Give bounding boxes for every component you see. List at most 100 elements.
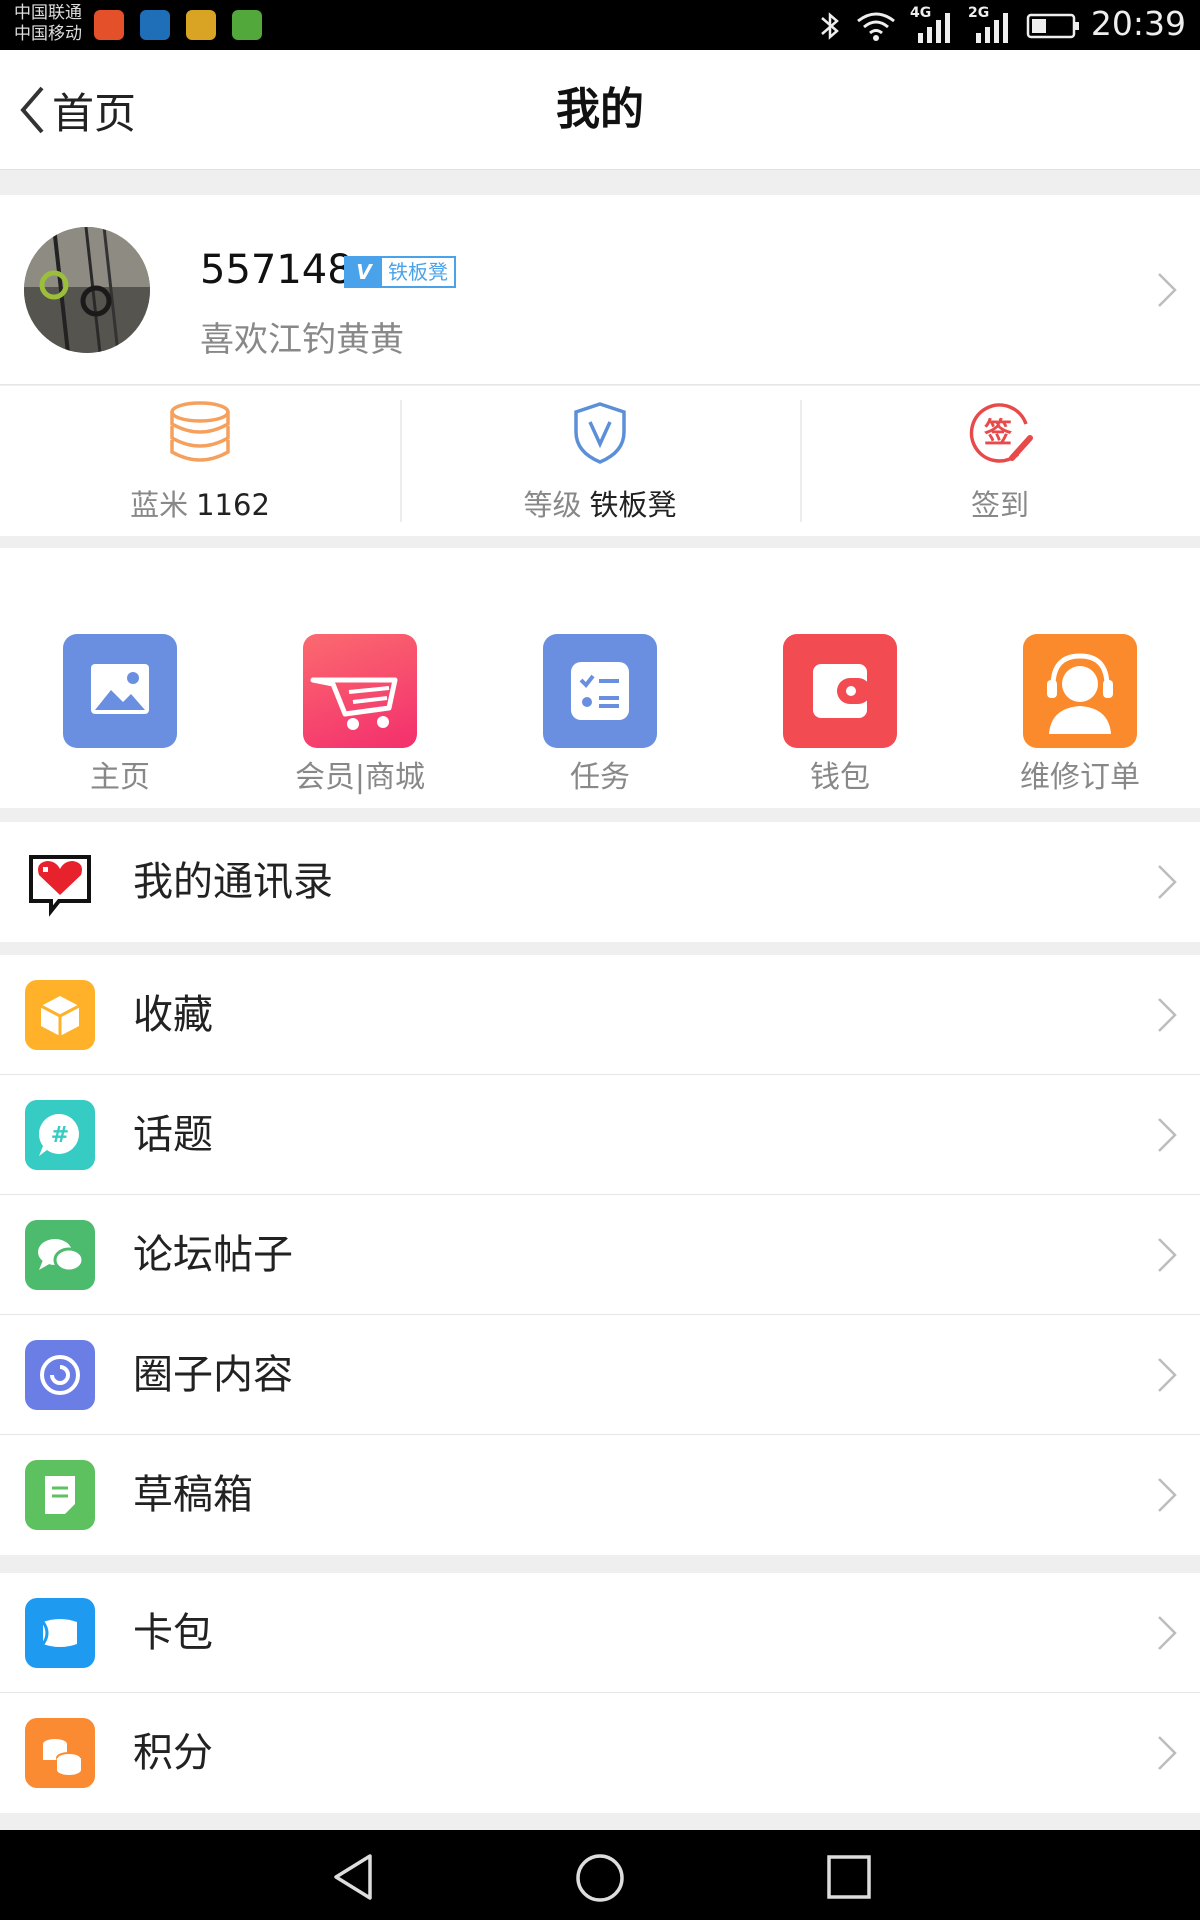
- card-icon: [25, 1598, 95, 1668]
- system-nav-bar: [0, 1830, 1200, 1920]
- menu-label: 收藏: [133, 992, 213, 1038]
- menu-item-contacts[interactable]: 我的通讯录: [0, 822, 1200, 942]
- level-value: 铁板凳: [589, 488, 677, 522]
- quick-app-wallet[interactable]: 钱包: [765, 634, 915, 796]
- quick-app-repair-orders[interactable]: 维修订单: [1005, 634, 1155, 796]
- contacts-group: 我的通讯录: [0, 822, 1200, 942]
- level-badge-label: 铁板凳: [388, 260, 448, 284]
- chevron-right-icon: [1158, 1118, 1177, 1152]
- menu-label: 卡包: [133, 1610, 213, 1656]
- signal-2g: 2G: [968, 5, 1012, 43]
- image-icon: [63, 634, 177, 748]
- task-icon: [543, 634, 657, 748]
- menu-item-topics[interactable]: # 话题: [0, 1075, 1200, 1195]
- checkin-stamp-char: 签: [984, 416, 1012, 449]
- chevron-right-icon: [1158, 865, 1177, 899]
- vip-v-icon: V: [346, 258, 382, 286]
- chevron-right-icon: [1158, 273, 1177, 307]
- quick-app-label: 会员|商城: [294, 760, 426, 795]
- app-notification-icon: [186, 10, 216, 40]
- carrier-1: 中国联通: [14, 3, 82, 23]
- checkin-stamp-icon: 签: [969, 403, 1033, 463]
- wifi-icon: [857, 12, 895, 41]
- wallet-icon: [783, 634, 897, 748]
- points-stat[interactable]: 蓝米 1162: [0, 386, 400, 536]
- nav-bar: 我的 首页: [0, 50, 1200, 170]
- level-stat[interactable]: 等级 铁板凳: [400, 386, 800, 536]
- user-id: 557148: [200, 247, 353, 293]
- bluetooth-icon: [821, 12, 839, 40]
- signal-2g-icon: [976, 13, 1008, 43]
- menu-item-circle-content[interactable]: 圈子内容: [0, 1315, 1200, 1435]
- wallet-group: 卡包 积分: [0, 1573, 1200, 1813]
- box-icon: [25, 980, 95, 1050]
- profile-page: 中国联通 中国移动 4G 2G 20:39 我的 首页 557148 V 铁板凳…: [0, 0, 1200, 1920]
- back-triangle-icon[interactable]: [328, 1852, 378, 1902]
- carrier-2: 中国移动: [14, 24, 82, 44]
- menu-item-favorites[interactable]: 收藏: [0, 955, 1200, 1075]
- menu-label: 积分: [133, 1730, 213, 1776]
- level-label: 等级: [523, 488, 582, 522]
- content-group: 收藏 # 话题 论坛帖子 圈子内容 草稿箱: [0, 955, 1200, 1555]
- home-circle-icon[interactable]: [574, 1852, 626, 1904]
- user-signature: 喜欢江钓黄黄: [200, 320, 404, 360]
- chevron-right-icon: [1158, 1478, 1177, 1512]
- checkin-label: 签到: [970, 488, 1029, 522]
- hashtag-bubble-icon: #: [25, 1100, 95, 1170]
- headset-icon: [1023, 634, 1137, 748]
- menu-label: 圈子内容: [133, 1352, 293, 1398]
- points-value: 1162: [196, 488, 270, 522]
- level-badge: V 铁板凳: [344, 256, 456, 288]
- quick-apps: 主页 会员|商城 任务 钱包 维修订单: [0, 548, 1200, 808]
- coins-icon: [25, 1718, 95, 1788]
- chevron-right-icon: [1158, 998, 1177, 1032]
- signal-4g-icon: [918, 13, 950, 43]
- chevron-right-icon: [1158, 1238, 1177, 1272]
- shield-v-icon: [574, 402, 626, 464]
- menu-item-drafts[interactable]: 草稿箱: [0, 1435, 1200, 1555]
- stats-bar: 蓝米 1162 等级 铁板凳 签 签到: [0, 386, 1200, 536]
- clock: 20:39: [1090, 4, 1186, 43]
- level-line: 等级 铁板凳: [400, 482, 800, 524]
- browser-notification-icon: [140, 10, 170, 40]
- quick-app-label: 钱包: [810, 760, 870, 795]
- chat-bubbles-icon: [25, 1220, 95, 1290]
- quick-app-label: 主页: [90, 760, 150, 795]
- recents-square-icon[interactable]: [824, 1852, 874, 1902]
- menu-item-points[interactable]: 积分: [0, 1693, 1200, 1813]
- points-label: 蓝米: [130, 488, 189, 522]
- coins-stack-icon: [170, 401, 230, 462]
- profile-card[interactable]: 557148 V 铁板凳 喜欢江钓黄黄: [0, 195, 1200, 385]
- quick-app-member-mall[interactable]: 会员|商城: [285, 634, 435, 796]
- chevron-right-icon: [1158, 1616, 1177, 1650]
- taobao-notification-icon: [94, 10, 124, 40]
- battery-icon: [1026, 13, 1079, 39]
- wechat-notification-icon: [232, 10, 262, 40]
- avatar[interactable]: [24, 227, 150, 353]
- spiral-icon: [25, 1340, 95, 1410]
- back-label: 首页: [52, 88, 137, 138]
- status-bar: 中国联通 中国移动 4G 2G 20:39: [0, 0, 1200, 50]
- menu-label: 论坛帖子: [133, 1232, 293, 1278]
- points-line: 蓝米 1162: [0, 482, 400, 524]
- carrier-info: 中国联通 中国移动: [14, 3, 82, 45]
- chevron-right-icon: [1158, 1358, 1177, 1392]
- quick-app-label: 任务: [570, 760, 630, 795]
- menu-label: 草稿箱: [133, 1472, 253, 1518]
- quick-app-label: 维修订单: [1020, 760, 1140, 795]
- chevron-left-icon: [20, 86, 44, 134]
- chevron-right-icon: [1158, 1736, 1177, 1770]
- signal-4g: 4G: [910, 5, 954, 43]
- menu-item-forum-posts[interactable]: 论坛帖子: [0, 1195, 1200, 1315]
- quick-app-home[interactable]: 主页: [45, 634, 195, 796]
- checkin-line: 签到: [800, 482, 1200, 524]
- pixel-heart-icon: [29, 855, 91, 917]
- status-icons: 4G 2G: [818, 5, 1080, 46]
- menu-item-card-wallet[interactable]: 卡包: [0, 1573, 1200, 1693]
- back-button[interactable]: 首页: [18, 50, 136, 170]
- quick-app-tasks[interactable]: 任务: [525, 634, 675, 796]
- cart-icon: [303, 634, 417, 748]
- draft-note-icon: [25, 1460, 95, 1530]
- menu-label: 我的通讯录: [133, 859, 333, 905]
- checkin-stat[interactable]: 签 签到: [800, 386, 1200, 536]
